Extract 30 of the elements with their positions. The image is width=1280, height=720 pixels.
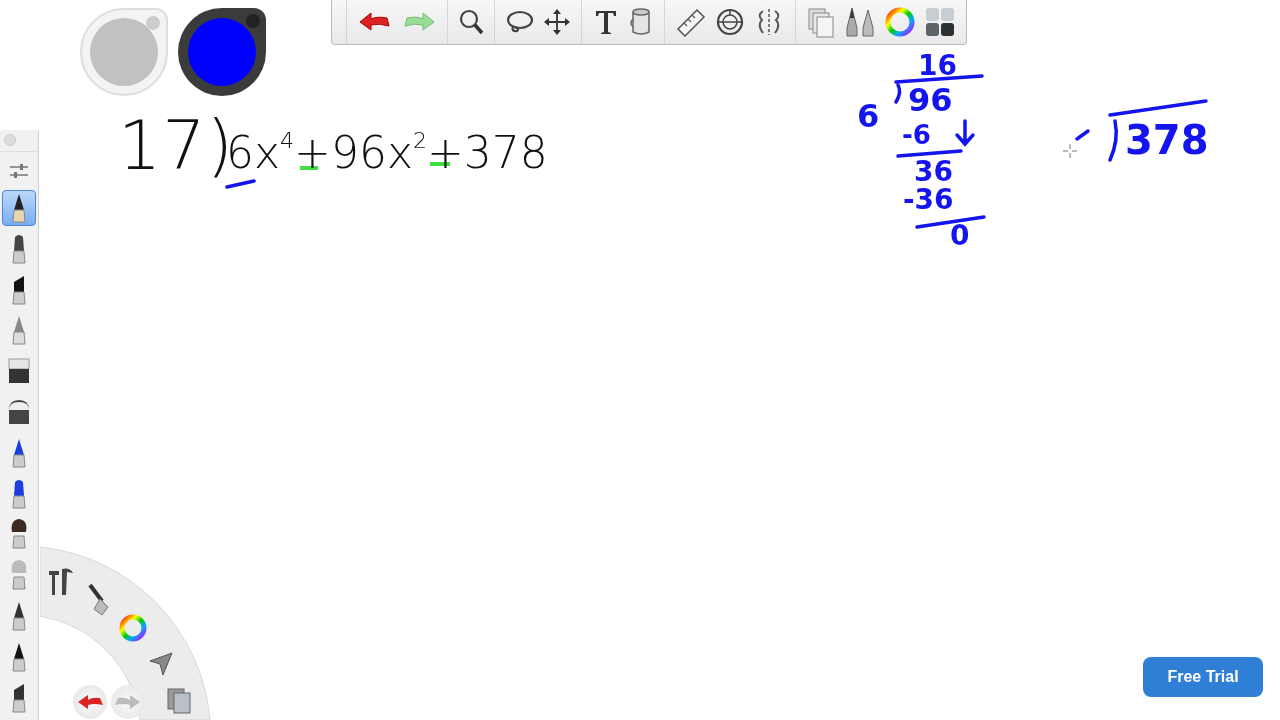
undo-icon[interactable]: [76, 692, 104, 712]
difference: 36: [914, 158, 953, 186]
subtraction: -36: [903, 186, 954, 214]
ruler-icon[interactable]: [675, 7, 707, 37]
grid-icon[interactable]: [924, 6, 956, 38]
zoom-icon[interactable]: [458, 8, 484, 36]
divisor: 6: [857, 100, 880, 132]
crosshair-cursor-icon: [1062, 143, 1078, 159]
rule-stroke: [895, 148, 965, 160]
undo-icon[interactable]: [357, 10, 393, 34]
tick-stroke: [1074, 128, 1092, 142]
underline-stroke: [224, 178, 258, 190]
color-wheel-icon[interactable]: [884, 6, 916, 38]
dividend: 96: [908, 84, 953, 116]
cursor-icon[interactable]: [148, 651, 174, 677]
quotient: 16: [918, 52, 957, 80]
subtraction: -6: [902, 122, 931, 148]
color-wheel-icon[interactable]: [118, 613, 148, 643]
move-icon[interactable]: [543, 8, 571, 36]
puck-dot: [246, 14, 260, 28]
brushes-icon[interactable]: [844, 6, 876, 38]
ellipse-guide-icon[interactable]: [715, 7, 745, 37]
remainder: 0: [950, 222, 970, 250]
lasso-icon[interactable]: [505, 9, 535, 35]
down-arrow-drawing: [952, 118, 978, 148]
layers-icon[interactable]: [166, 687, 192, 715]
dividend: 378: [1125, 120, 1209, 160]
puck-dot: [146, 16, 160, 30]
free-trial-button[interactable]: Free Trial: [1143, 657, 1263, 697]
sliders-icon[interactable]: [8, 161, 30, 180]
